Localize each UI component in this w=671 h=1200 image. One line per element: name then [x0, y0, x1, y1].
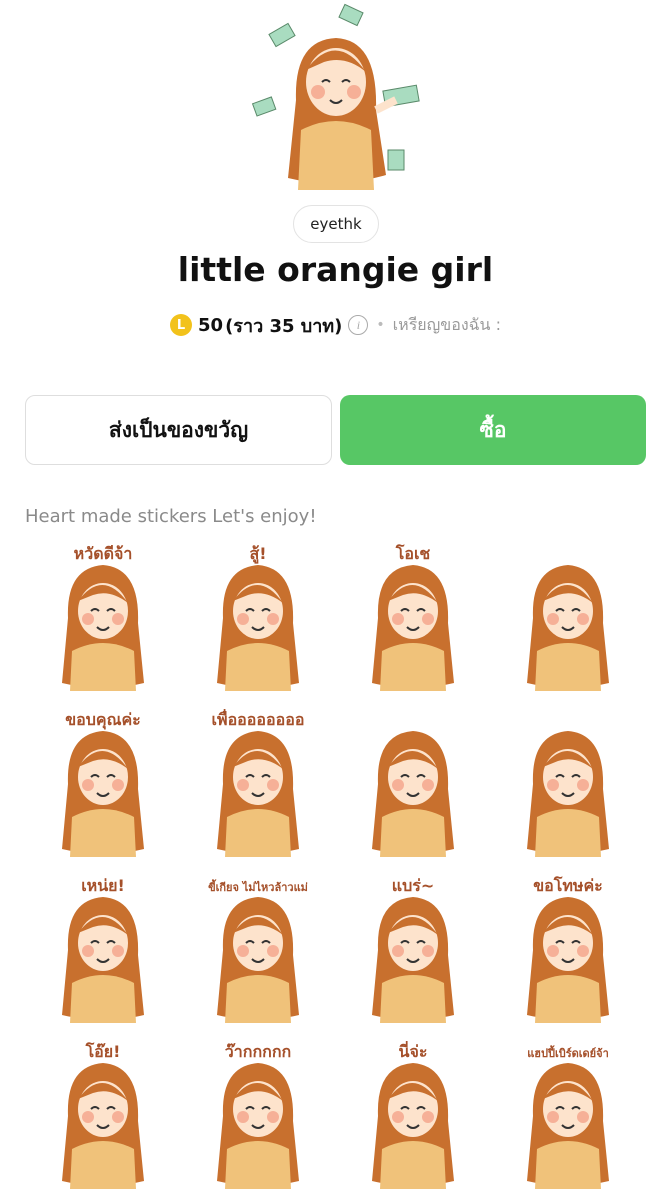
sticker-caption: ขอโทษค่ะ [533, 875, 603, 895]
sticker-caption: เพื่ออออออออ [211, 709, 304, 729]
sticker-title: little orangie girl [177, 250, 494, 289]
girl-with-money-icon[interactable] [490, 535, 645, 701]
sticker-grid: หวัดดีจ้า สู้! โอเชขอบคุณค่ะ เพื่ออออออออเห… [25, 535, 646, 1200]
buy-button[interactable]: ซื้อ [340, 395, 646, 465]
girl-ok-sign-icon[interactable]: โอเช [335, 535, 490, 701]
sticker-caption: หวัดดีจ้า [73, 544, 132, 563]
sticker-caption: นี่จ่ะ [398, 1041, 427, 1061]
separator-dot: • [376, 317, 385, 333]
girl-tongue-out-icon[interactable]: แบร่~ [335, 867, 490, 1033]
sticker-description: Heart made stickers Let's enjoy! [25, 506, 317, 527]
sticker-caption: โอเช [394, 543, 430, 563]
creator-link[interactable]: eyethk [293, 205, 379, 243]
girl-screaming-icon[interactable]: ว๊ากกกกก [180, 1033, 335, 1199]
girl-birthday-cake-icon[interactable]: แฮปปี้เบิร์ดเดย์จ้า [490, 1033, 645, 1199]
girl-what-icon[interactable]: เพื่ออออออออ [180, 701, 335, 867]
girl-waving-icon[interactable]: หวัดดีจ้า [25, 535, 180, 701]
price-approx: (ราว 35 บาท) [225, 315, 343, 337]
sticker-caption: ขี้เกียจ ไม่ไหวล้าวแม่ [208, 879, 308, 894]
sticker-caption: เหน่ย! [81, 876, 125, 895]
send-gift-button[interactable]: ส่งเป็นของขวัญ [25, 395, 332, 465]
girl-melting-icon[interactable] [490, 701, 645, 867]
girl-headache-icon[interactable]: โอ๊ย! [25, 1033, 180, 1199]
sticker-caption: โอ๊ย! [84, 1041, 120, 1061]
sticker-caption: แบร่~ [391, 876, 433, 895]
line-coin-icon: L [170, 314, 193, 336]
info-icon[interactable]: i [348, 315, 369, 335]
price-row: L 50 (ราว 35 บาท) i • เหรียญของฉัน : [0, 310, 671, 340]
girl-lazy-lying-icon[interactable]: ขี้เกียจ ไม่ไหวล้าวแม่ [180, 867, 335, 1033]
my-coins-label: เหรียญของฉัน : [392, 314, 501, 334]
sticker-caption: ขอบคุณค่ะ [65, 710, 141, 730]
sticker-caption: แฮปปี้เบิร์ดเดย์จ้า [527, 1045, 609, 1060]
girl-thank-you-icon[interactable]: ขอบคุณค่ะ [25, 701, 180, 867]
sticker-caption: สู้! [249, 544, 266, 565]
girl-fighting-icon[interactable]: สู้! [180, 535, 335, 701]
girl-tired-sitting-icon[interactable]: เหน่ย! [25, 867, 180, 1033]
girl-sorry-icon[interactable]: ขอโทษค่ะ [490, 867, 645, 1033]
girl-fainted-ghost-icon[interactable] [335, 701, 490, 867]
sticker-caption: ว๊ากกกกก [224, 1042, 290, 1061]
girl-giving-icon[interactable]: นี่จ่ะ [335, 1033, 490, 1199]
price-coins: 50 [198, 314, 224, 336]
main-sticker-image [236, 0, 436, 196]
